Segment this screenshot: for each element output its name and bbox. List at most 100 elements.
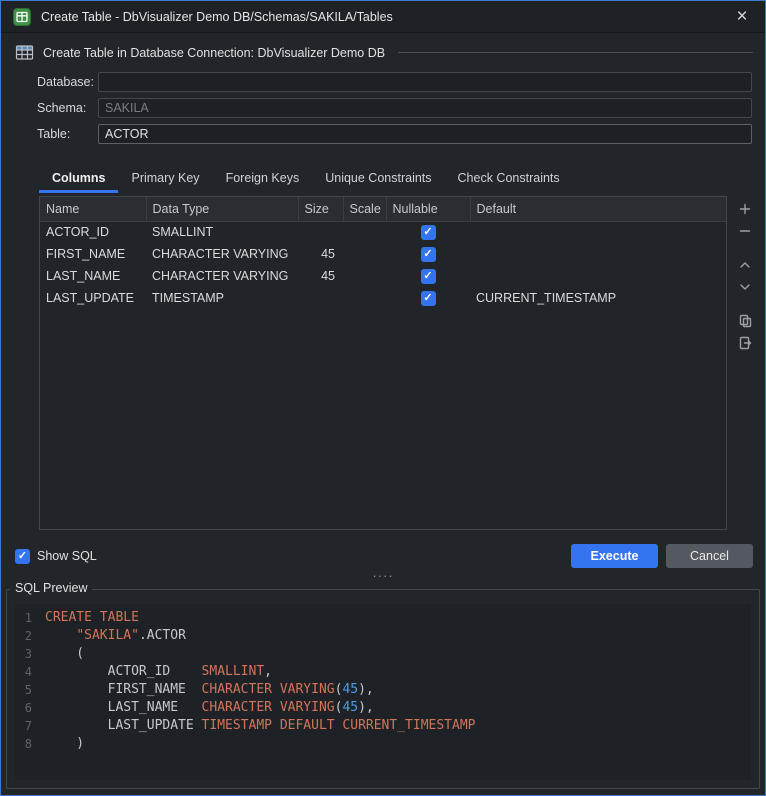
tab-check-constraints[interactable]: Check Constraints bbox=[445, 165, 573, 193]
code-token: "SAKILA" bbox=[76, 627, 139, 645]
create-table-dialog-icon bbox=[13, 8, 31, 26]
tab-foreign-keys[interactable]: Foreign Keys bbox=[213, 165, 313, 193]
code-token: 45 bbox=[342, 699, 358, 717]
splitter-handle[interactable]: ···· bbox=[1, 568, 765, 583]
cell-default[interactable] bbox=[470, 221, 726, 243]
cell-size[interactable]: 45 bbox=[298, 243, 343, 265]
code-token: LAST_UPDATE bbox=[45, 717, 202, 735]
cell-scale[interactable] bbox=[343, 243, 386, 265]
line-number: 1 bbox=[15, 609, 45, 627]
code-line: 2 "SAKILA".ACTOR bbox=[15, 627, 751, 645]
table-name-input[interactable] bbox=[98, 124, 752, 144]
header-size[interactable]: Size bbox=[298, 197, 343, 221]
execute-button[interactable]: Execute bbox=[571, 544, 658, 568]
tab-bar: Columns Primary Key Foreign Keys Unique … bbox=[39, 165, 765, 193]
cell-name[interactable]: LAST_UPDATE bbox=[40, 287, 146, 309]
nullable-checkbox[interactable] bbox=[421, 269, 436, 284]
code-token: ACTOR_ID bbox=[45, 663, 202, 681]
tab-primary-key[interactable]: Primary Key bbox=[118, 165, 212, 193]
line-number: 8 bbox=[15, 735, 45, 753]
schema-input[interactable] bbox=[98, 98, 752, 118]
code-token: , bbox=[264, 663, 272, 681]
cell-size[interactable] bbox=[298, 221, 343, 243]
table-row-field: Table: bbox=[37, 124, 752, 144]
code-token: .ACTOR bbox=[139, 627, 186, 645]
line-number: 2 bbox=[15, 627, 45, 645]
nullable-checkbox[interactable] bbox=[421, 225, 436, 240]
code-token: ( bbox=[335, 699, 343, 717]
row-toolbar bbox=[733, 196, 757, 530]
cell-scale[interactable] bbox=[343, 221, 386, 243]
table-row[interactable]: LAST_NAME CHARACTER VARYING 45 bbox=[40, 265, 726, 287]
cell-scale[interactable] bbox=[343, 265, 386, 287]
columns-grid-area: Name Data Type Size Scale Nullable Defau… bbox=[39, 196, 757, 530]
schema-row: Schema: bbox=[37, 98, 752, 118]
code-token: ) bbox=[45, 735, 84, 753]
sql-preview-title: SQL Preview bbox=[10, 581, 92, 595]
cancel-button[interactable]: Cancel bbox=[666, 544, 753, 568]
code-line: 7 LAST_UPDATE TIMESTAMP DEFAULT CURRENT_… bbox=[15, 717, 751, 735]
sql-editor[interactable]: 1 CREATE TABLE 2 "SAKILA".ACTOR 3 ( 4 AC… bbox=[15, 604, 751, 780]
export-row-icon[interactable] bbox=[737, 332, 753, 354]
remove-row-icon[interactable] bbox=[737, 220, 753, 242]
show-sql-label: Show SQL bbox=[37, 549, 97, 563]
cell-data-type[interactable]: SMALLINT bbox=[146, 221, 298, 243]
table-row[interactable]: FIRST_NAME CHARACTER VARYING 45 bbox=[40, 243, 726, 265]
duplicate-row-icon[interactable] bbox=[737, 310, 753, 332]
line-number: 5 bbox=[15, 681, 45, 699]
line-number: 6 bbox=[15, 699, 45, 717]
code-token: 45 bbox=[342, 681, 358, 699]
cell-default[interactable] bbox=[470, 243, 726, 265]
database-row: Database: bbox=[37, 72, 752, 92]
database-label: Database: bbox=[37, 75, 98, 89]
cell-default[interactable] bbox=[470, 265, 726, 287]
code-token: SMALLINT bbox=[202, 663, 265, 681]
cell-scale[interactable] bbox=[343, 287, 386, 309]
tab-unique-constraints[interactable]: Unique Constraints bbox=[312, 165, 444, 193]
header-data-type[interactable]: Data Type bbox=[146, 197, 298, 221]
code-line: 5 FIRST_NAME CHARACTER VARYING(45), bbox=[15, 681, 751, 699]
table-row[interactable]: LAST_UPDATE TIMESTAMP CURRENT_TIMESTAMP bbox=[40, 287, 726, 309]
database-input[interactable] bbox=[98, 72, 752, 92]
cell-name[interactable]: FIRST_NAME bbox=[40, 243, 146, 265]
show-sql-checkbox[interactable] bbox=[15, 549, 30, 564]
line-number: 4 bbox=[15, 663, 45, 681]
table-row[interactable]: ACTOR_ID SMALLINT bbox=[40, 221, 726, 243]
cell-size[interactable]: 45 bbox=[298, 265, 343, 287]
sql-preview-panel: SQL Preview 1 CREATE TABLE 2 "SAKILA".AC… bbox=[6, 589, 760, 789]
table-icon bbox=[15, 44, 34, 61]
line-number: 3 bbox=[15, 645, 45, 663]
code-token: FIRST_NAME bbox=[45, 681, 202, 699]
code-line: 4 ACTOR_ID SMALLINT, bbox=[15, 663, 751, 681]
cell-data-type[interactable]: CHARACTER VARYING bbox=[146, 243, 298, 265]
close-icon[interactable]: × bbox=[731, 7, 753, 26]
grid-header-row: Name Data Type Size Scale Nullable Defau… bbox=[40, 197, 726, 221]
cell-data-type[interactable]: TIMESTAMP bbox=[146, 287, 298, 309]
titlebar[interactable]: Create Table - DbVisualizer Demo DB/Sche… bbox=[1, 1, 765, 33]
cell-name[interactable]: ACTOR_ID bbox=[40, 221, 146, 243]
schema-label: Schema: bbox=[37, 101, 98, 115]
code-token: CREATE TABLE bbox=[45, 609, 139, 627]
move-up-icon[interactable] bbox=[737, 254, 753, 276]
header-default[interactable]: Default bbox=[470, 197, 726, 221]
code-token: TIMESTAMP DEFAULT CURRENT_TIMESTAMP bbox=[202, 717, 476, 735]
header-name[interactable]: Name bbox=[40, 197, 146, 221]
section-header: Create Table in Database Connection: DbV… bbox=[15, 44, 753, 61]
code-token bbox=[45, 627, 76, 645]
create-table-dialog: { "window": { "title": "Create Table - D… bbox=[0, 0, 766, 796]
header-nullable[interactable]: Nullable bbox=[386, 197, 470, 221]
tab-columns[interactable]: Columns bbox=[39, 165, 118, 193]
code-token: CHARACTER VARYING bbox=[202, 699, 335, 717]
nullable-checkbox[interactable] bbox=[421, 247, 436, 262]
nullable-checkbox[interactable] bbox=[421, 291, 436, 306]
code-token: ), bbox=[358, 699, 374, 717]
add-row-icon[interactable] bbox=[737, 198, 753, 220]
move-down-icon[interactable] bbox=[737, 276, 753, 298]
cell-data-type[interactable]: CHARACTER VARYING bbox=[146, 265, 298, 287]
dialog-footer: Show SQL Execute Cancel bbox=[15, 544, 753, 568]
cell-size[interactable] bbox=[298, 287, 343, 309]
cell-default[interactable]: CURRENT_TIMESTAMP bbox=[470, 287, 726, 309]
cell-name[interactable]: LAST_NAME bbox=[40, 265, 146, 287]
table-label: Table: bbox=[37, 127, 98, 141]
header-scale[interactable]: Scale bbox=[343, 197, 386, 221]
